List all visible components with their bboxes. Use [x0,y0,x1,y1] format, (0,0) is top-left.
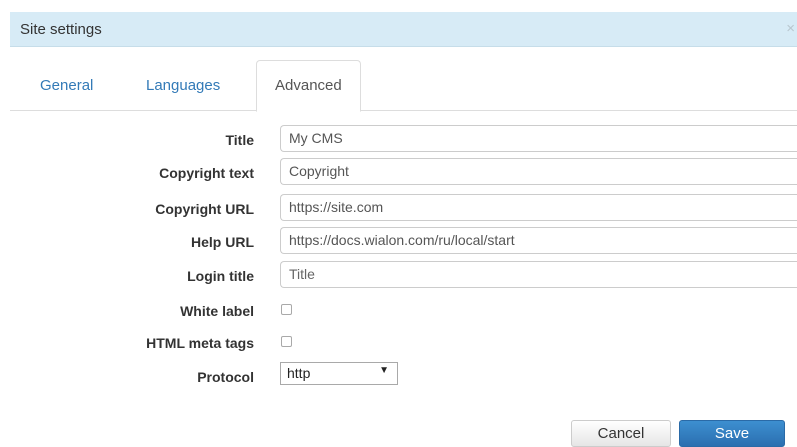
html-meta-tags-row: HTML meta tags [0,328,797,358]
login-title-row: Login title Title [0,261,797,291]
protocol-row: Protocol http ▼ [0,362,797,392]
title-row: Title My CMS [0,125,797,155]
dialog-titlebar: Site settings × [10,12,797,47]
login-title-label: Login title [187,268,254,284]
help-url-row: Help URL https://docs.wialon.com/ru/loca… [0,227,797,257]
copyright-url-label: Copyright URL [155,201,254,217]
protocol-select[interactable]: http ▼ [280,362,398,385]
tab-advanced[interactable]: Advanced [256,60,361,112]
dialog-title: Site settings [20,21,102,38]
help-url-label: Help URL [191,234,254,250]
title-label: Title [225,132,254,148]
html-meta-tags-checkbox[interactable] [281,336,292,347]
copyright-url-input[interactable]: https://site.com [280,194,797,221]
copyright-url-row: Copyright URL https://site.com [0,194,797,224]
tab-general[interactable]: General [40,60,93,111]
login-title-input[interactable]: Title [280,261,797,288]
html-meta-tags-label: HTML meta tags [146,335,254,351]
copyright-text-row: Copyright text Copyright [0,158,797,188]
copyright-text-label: Copyright text [159,165,254,181]
save-button[interactable]: Save [679,420,785,447]
tab-bar: General Languages Advanced [10,60,797,112]
protocol-label: Protocol [197,369,254,385]
tab-languages[interactable]: Languages [146,60,220,111]
close-icon[interactable]: × [786,20,795,37]
white-label-row: White label [0,296,797,326]
white-label-checkbox[interactable] [281,304,292,315]
copyright-text-input[interactable]: Copyright [280,158,797,185]
chevron-down-icon: ▼ [379,365,389,376]
cancel-button[interactable]: Cancel [571,420,671,447]
white-label-label: White label [180,303,254,319]
title-input[interactable]: My CMS [280,125,797,152]
protocol-value: http [287,365,311,381]
help-url-input[interactable]: https://docs.wialon.com/ru/local/start [280,227,797,254]
